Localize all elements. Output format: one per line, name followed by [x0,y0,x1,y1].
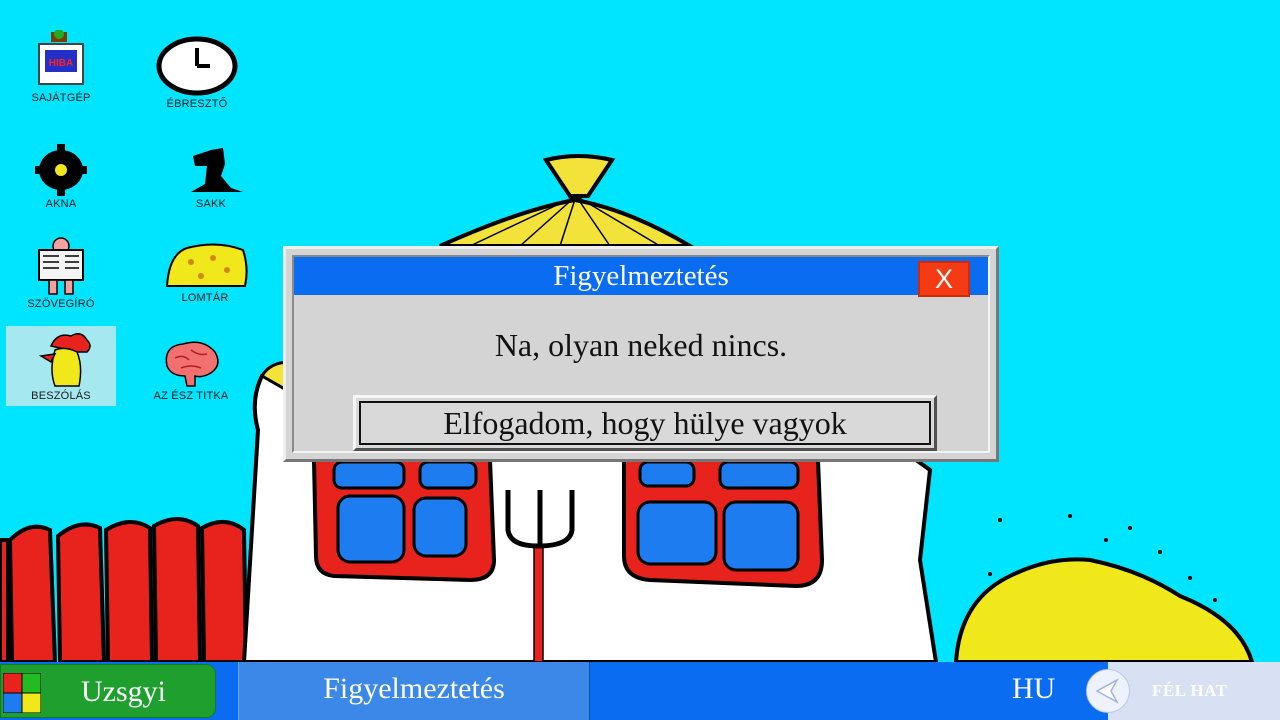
desktop-icon-sakk[interactable]: SAKK [156,144,266,210]
desktop-icon-label: SZÖVEGÍRÓ [27,298,95,310]
clock-icon [156,36,238,96]
desktop-icon-ebreszto[interactable]: ÉBRESZTŐ [142,36,252,110]
close-button[interactable]: X [918,261,970,297]
left-window [311,458,497,583]
desktop-icon-label: ÉBRESZTŐ [166,98,228,110]
mine-icon [35,144,87,196]
dialog-titlebar[interactable]: Figyelmeztetés X [294,257,988,297]
dialog-message: Na, olyan neked nincs. [494,327,788,363]
desktop-icon-label: BESZÓLÁS [31,390,91,402]
taskbar-window-button[interactable]: Figyelmeztetés [238,662,590,720]
accept-button-label: Elfogadom, hogy hülye vagyok [359,401,931,445]
desktop-icon-szovegiro[interactable]: SZÖVEGÍRÓ [6,236,116,310]
windows-logo-icon [3,673,41,713]
hiba-badge: HIBA [49,58,73,69]
computer-icon: HIBA [38,30,84,85]
desktop-icon-beszolas[interactable]: BESZÓLÁS [6,326,116,406]
taskbar-window-label: Figyelmeztetés [323,672,505,705]
desktop-icon-lomtar[interactable]: LOMTÁR [150,236,260,304]
dialog-inner-frame: Figyelmeztetés X Na, olyan neked nincs. … [292,255,990,453]
desktop-icon-az-esz-titka[interactable]: AZ ÉSZ TITKA [136,336,246,402]
straw-roof [439,197,698,248]
chess-knight-icon [191,148,243,192]
rooster-icon [38,333,91,387]
brain-icon [165,341,219,387]
roof-tassel [542,154,616,198]
desktop-icon-sajatgep[interactable]: HIBA SAJÁTGÉP [6,30,116,104]
desktop-icon-label: LOMTÁR [181,292,229,304]
desktop-icon-akna[interactable]: AKNA [6,144,116,210]
desktop-icon-label: SAKK [195,198,227,210]
haystack [953,557,1255,664]
right-window [622,458,825,589]
desktop-icon-label: SAJÁTGÉP [31,92,91,104]
taskbar: Uzsgyi Figyelmeztetés HU FÉL HAT [0,662,1280,720]
system-tray: FÉL HAT [1086,662,1280,720]
dialog-title: Figyelmeztetés [553,260,729,292]
start-button-label: Uzsgyi [81,675,166,708]
desktop-icon-label: AZ ÉSZ TITKA [153,390,229,402]
tray-arrow-icon[interactable] [1086,669,1130,713]
start-button[interactable]: Uzsgyi [0,664,216,718]
language-indicator[interactable]: HU [1012,672,1055,706]
clock-text: FÉL HAT [1152,681,1228,700]
newspaper-reader-icon [38,237,84,295]
warning-dialog: Figyelmeztetés X Na, olyan neked nincs. … [283,246,999,462]
accept-button[interactable]: Elfogadom, hogy hülye vagyok [353,395,937,451]
trash-haystack-icon [165,243,248,287]
red-fence [0,517,249,664]
desktop-icon-label: AKNA [45,198,77,210]
